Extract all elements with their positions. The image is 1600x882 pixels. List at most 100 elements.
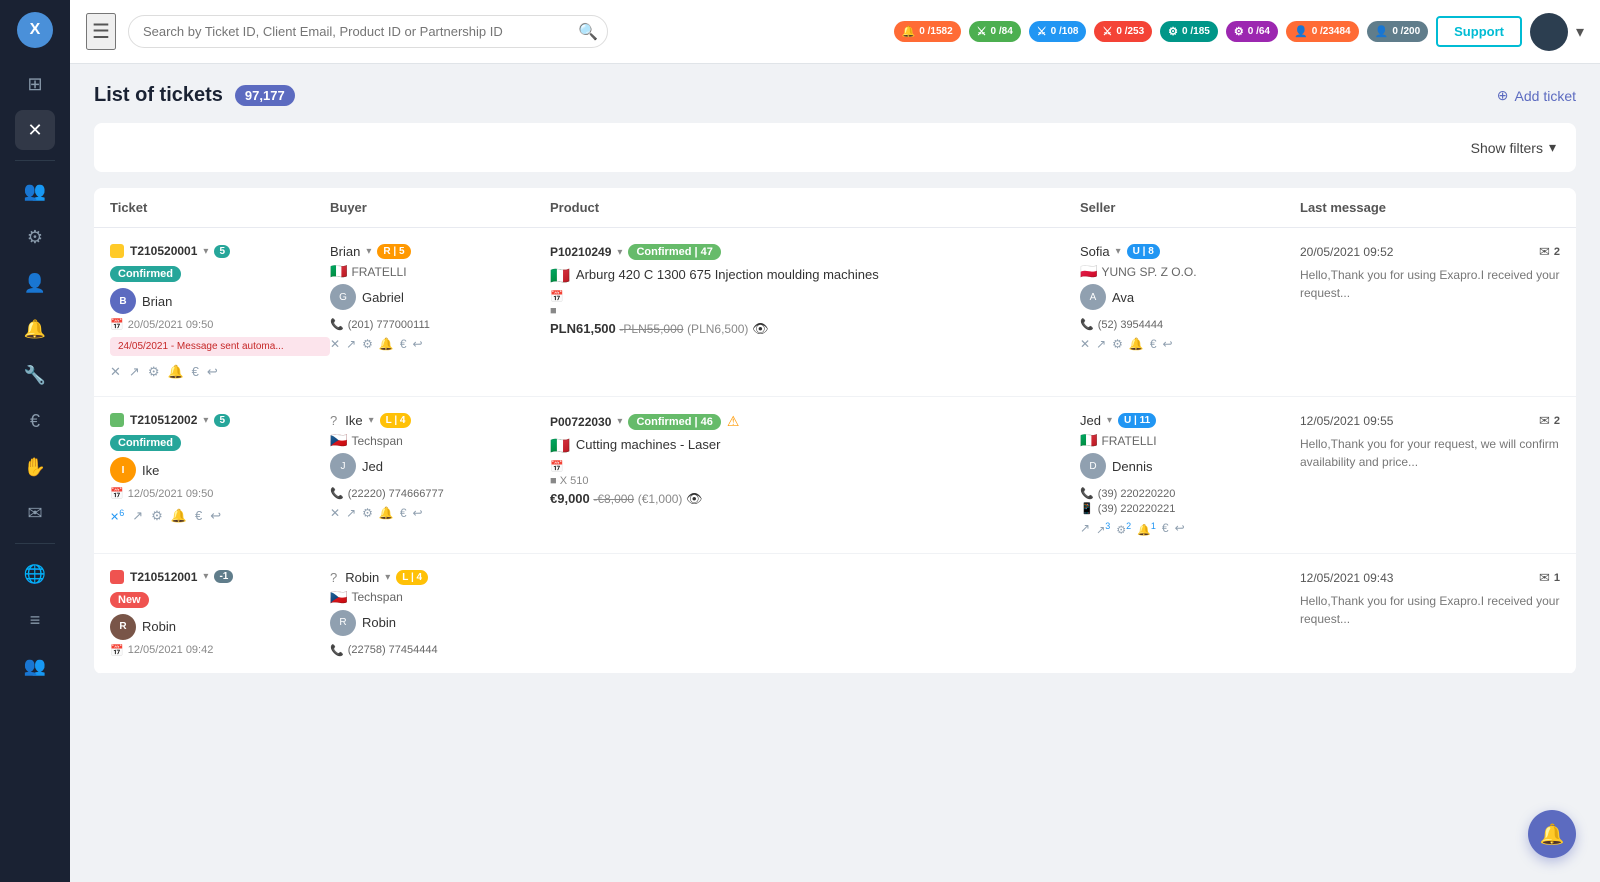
app-logo[interactable]: X <box>17 12 53 48</box>
seller-action-2[interactable]: ↗3 <box>1096 521 1110 537</box>
sliders-icon[interactable]: ≡ <box>15 600 55 640</box>
action-icon-4[interactable]: 🔔 <box>171 508 187 524</box>
settings-icon[interactable]: ⚙ <box>15 217 55 257</box>
badge-notifications[interactable]: 🔔 0 /1582 <box>894 21 961 42</box>
product-id[interactable]: P00722030 <box>550 415 611 429</box>
buyer-action-2[interactable]: ↗ <box>346 506 356 520</box>
action-icon-3[interactable]: ⚙ <box>151 508 163 524</box>
action-icon-4[interactable]: 🔔 <box>167 364 183 380</box>
buyer-action-6[interactable]: ↩ <box>413 506 423 520</box>
seller-contact-avatar: A <box>1080 284 1106 310</box>
buyer-action-6[interactable]: ↩ <box>413 337 423 351</box>
seller-action-4[interactable]: 🔔 <box>1129 337 1144 351</box>
menu-button[interactable]: ☰ <box>86 13 116 50</box>
badge-b5[interactable]: ⚙ 0 /185 <box>1160 21 1218 42</box>
buyer-dropdown-icon[interactable]: ▾ <box>385 572 390 583</box>
seller-dropdown-icon[interactable]: ▾ <box>1116 246 1121 257</box>
notification-fab[interactable]: 🔔 <box>1528 810 1576 858</box>
ticket-id[interactable]: T210512002 <box>130 413 197 427</box>
tools-icon[interactable]: 🔧 <box>15 355 55 395</box>
seller-action-3[interactable]: ⚙2 <box>1116 521 1131 537</box>
buyer-action-4[interactable]: 🔔 <box>379 506 394 520</box>
buyer-action-4[interactable]: 🔔 <box>379 337 394 351</box>
user-dropdown-icon[interactable]: ▾ <box>1576 22 1584 42</box>
buyer-action-1[interactable]: ✕ <box>330 337 340 351</box>
user-avatar[interactable] <box>1530 13 1568 51</box>
search-icon[interactable]: 🔍 <box>578 22 598 42</box>
action-icon-2[interactable]: ↗ <box>129 364 140 380</box>
badge-b8[interactable]: 👤 0 /200 <box>1367 21 1429 42</box>
action-icon-6[interactable]: ↩ <box>207 364 218 380</box>
ticket-dropdown-icon[interactable]: ▾ <box>203 571 208 582</box>
calendar-icon: 📅 <box>550 291 564 303</box>
team-icon[interactable]: 👥 <box>15 646 55 686</box>
action-icon-1[interactable]: ✕6 <box>110 508 124 524</box>
seller-action-6[interactable]: ↩ <box>1163 337 1173 351</box>
ticket-id[interactable]: T210520001 <box>130 244 197 258</box>
hand-icon[interactable]: ✋ <box>15 447 55 487</box>
buyer-action-5[interactable]: € <box>400 506 407 520</box>
badge-b7[interactable]: 👤 0 /23484 <box>1286 21 1359 42</box>
topbar: ☰ 🔍 🔔 0 /1582 ⚔ 0 /84 ⚔ 0 /108 ⚔ 0 /253 <box>70 0 1600 64</box>
ticket-id[interactable]: T210512001 <box>130 570 197 584</box>
globe-icon[interactable]: 🌐 <box>15 554 55 594</box>
seller-action-3[interactable]: ⚙ <box>1112 337 1123 351</box>
seller-dropdown-icon[interactable]: ▾ <box>1107 415 1112 426</box>
seller-action-1[interactable]: ✕ <box>1080 337 1090 351</box>
badge-b3[interactable]: ⚔ 0 /108 <box>1029 21 1087 42</box>
ticket-cell: T210520001 ▾ 5 Confirmed B Brian 📅 20/05… <box>110 244 330 380</box>
eye-icon[interactable]: 👁 <box>686 491 703 506</box>
badge-b6[interactable]: ⚙ 0 /64 <box>1226 21 1278 42</box>
brand-icon[interactable]: ✕ <box>15 110 55 150</box>
bell-icon: 🔔 <box>902 25 916 38</box>
ticket-date: 📅 20/05/2021 09:50 <box>110 318 330 331</box>
euro-icon[interactable]: € <box>15 401 55 441</box>
seller-company: YUNG SP. Z O.O. <box>1101 265 1196 279</box>
eye-icon[interactable]: 👁 <box>752 321 769 336</box>
seller-action-2[interactable]: ↗ <box>1096 337 1106 351</box>
product-dropdown-icon[interactable]: ▾ <box>617 247 622 258</box>
product-name: Cutting machines - Laser <box>576 437 721 452</box>
seller-action-5[interactable]: € <box>1162 521 1169 537</box>
action-icon-6[interactable]: ↩ <box>210 508 221 524</box>
avatar: R <box>110 614 136 640</box>
badge-b4[interactable]: ⚔ 0 /253 <box>1094 21 1152 42</box>
support-button[interactable]: Support <box>1436 16 1522 47</box>
ticket-dropdown-icon[interactable]: ▾ <box>203 415 208 426</box>
product-id[interactable]: P10210249 <box>550 245 611 259</box>
ticket-color-indicator <box>110 413 124 427</box>
action-icon-3[interactable]: ⚙ <box>148 364 160 380</box>
action-icon-1[interactable]: ✕ <box>110 364 121 380</box>
contact-avatar: G <box>330 284 356 310</box>
buyer-cell: ? Robin ▾ L | 4 🇨🇿 Techspan R Robin <box>330 570 550 657</box>
action-icon-5[interactable]: € <box>192 364 199 380</box>
buyer-action-5[interactable]: € <box>400 337 407 351</box>
seller-action-6[interactable]: ↩ <box>1175 521 1185 537</box>
seller-action-5[interactable]: € <box>1150 337 1157 351</box>
buyer-action-1[interactable]: ✕ <box>330 506 340 520</box>
buyer-action-3[interactable]: ⚙ <box>362 506 373 520</box>
buyer-dropdown-icon[interactable]: ▾ <box>369 415 374 426</box>
seller-action-1[interactable]: ↗ <box>1080 521 1090 537</box>
seller-action-4[interactable]: 🔔1 <box>1137 521 1156 537</box>
show-filters-button[interactable]: Show filters ▾ <box>1471 139 1556 156</box>
add-user-icon[interactable]: 👤 <box>15 263 55 303</box>
users-icon[interactable]: 👥 <box>15 171 55 211</box>
mail-icon[interactable]: ✉ <box>15 493 55 533</box>
sword-icon: ⚔ <box>977 25 987 38</box>
bell-icon[interactable]: 🔔 <box>15 309 55 349</box>
badge-b2[interactable]: ⚔ 0 /84 <box>969 21 1021 42</box>
buyer-action-3[interactable]: ⚙ <box>362 337 373 351</box>
dashboard-icon[interactable]: ⊞ <box>15 64 55 104</box>
seller-cell: Sofia ▾ U | 8 🇵🇱 YUNG SP. Z O.O. A Ava 📞 <box>1080 244 1300 351</box>
action-icon-5[interactable]: € <box>195 508 202 524</box>
search-input[interactable] <box>128 15 608 48</box>
seller-name: Jed <box>1080 413 1101 428</box>
buyer-action-2[interactable]: ↗ <box>346 337 356 351</box>
action-icon-2[interactable]: ↗ <box>132 508 143 524</box>
add-ticket-button[interactable]: ⊕ Add ticket <box>1497 87 1576 104</box>
product-dropdown-icon[interactable]: ▾ <box>617 416 622 427</box>
buyer-dropdown-icon[interactable]: ▾ <box>366 246 371 257</box>
ticket-dropdown-icon[interactable]: ▾ <box>203 246 208 257</box>
buyer-role-badge: L | 4 <box>396 570 428 585</box>
